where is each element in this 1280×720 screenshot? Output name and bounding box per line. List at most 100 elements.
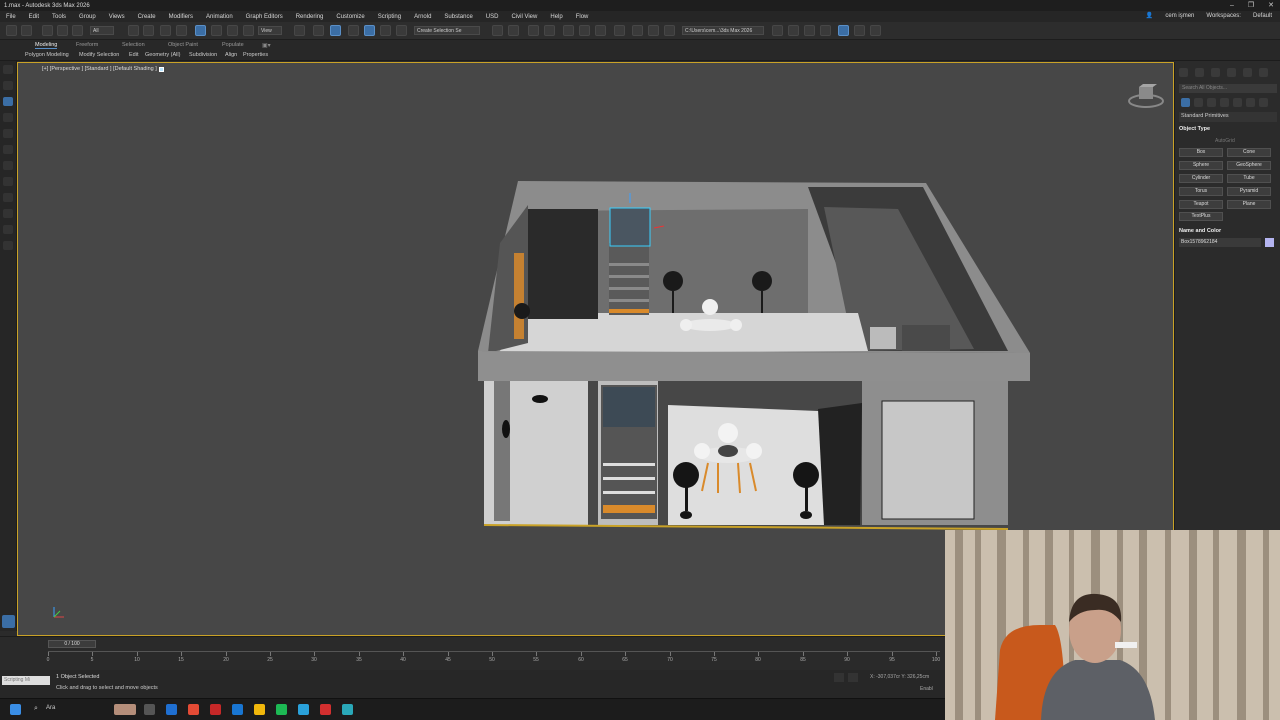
tab-freeform[interactable]: Freeform [76,42,98,48]
viewcube-icon[interactable] [1128,84,1164,108]
autogrid-checkbox[interactable]: AutoGrid [1215,138,1235,144]
helpers-icon[interactable] [1233,98,1242,107]
ribbon-modify-selection[interactable]: Modify Selection [79,52,119,58]
rect-selection-icon[interactable] [160,25,171,36]
menu-rendering[interactable]: Rendering [296,14,324,20]
scene-explorer-icon[interactable] [528,25,539,36]
ribbon-subdivision[interactable]: Subdivision [189,52,217,58]
light-icon[interactable] [3,241,13,250]
taskbar-search[interactable]: Ara [46,705,55,711]
display-tab-icon[interactable] [1243,68,1252,77]
systems-icon[interactable] [1259,98,1268,107]
chrome-icon[interactable] [188,704,199,715]
menu-help[interactable]: Help [550,14,562,20]
edge-icon[interactable] [166,704,177,715]
select-by-name-icon[interactable] [143,25,154,36]
viewport-label[interactable]: [+] [Perspective ] [Standard ] [Default … [42,66,164,72]
menu-customize[interactable]: Customize [336,14,364,20]
shapes-icon[interactable] [1194,98,1203,107]
camera-icon[interactable] [3,225,13,234]
create-tab-icon[interactable] [1179,68,1188,77]
menu-modifiers[interactable]: Modifiers [169,14,193,20]
utilities-tab-icon[interactable] [1259,68,1268,77]
mirror-icon[interactable] [492,25,503,36]
bind-spacewarp-icon[interactable] [72,25,83,36]
ribbon-polygon-modeling[interactable]: Polygon Modeling [25,52,69,58]
task-view-icon[interactable] [144,704,155,715]
ribbon-properties[interactable]: Properties [243,52,268,58]
open-explorer-icon[interactable] [772,25,783,36]
filter-icon[interactable] [3,145,13,154]
project-folder-path[interactable]: C:\Users\cem...\3ds Max 2026 [682,26,764,35]
category-select[interactable]: Standard Primitives [1179,112,1277,122]
render-production-icon[interactable] [664,25,675,36]
minimize-icon[interactable]: – [1230,0,1234,11]
maxscript-listener-icon[interactable] [2,615,15,628]
lights-icon[interactable] [1207,98,1216,107]
opera-icon[interactable] [210,704,221,715]
undo-icon[interactable] [6,25,17,36]
cone-button[interactable]: Cone [1227,148,1271,157]
tab-populate[interactable]: Populate [222,42,244,48]
isolate-selection-icon[interactable] [848,673,858,682]
menu-animation[interactable]: Animation [206,14,233,20]
object-name-field[interactable]: Box1578962184 [1179,238,1261,247]
object-color-swatch[interactable] [1265,238,1274,247]
menu-civil-view[interactable]: Civil View [511,14,537,20]
edge-dev-icon[interactable] [232,704,243,715]
ribbon-geometry-all[interactable]: Geometry (All) [145,52,180,58]
geometry-icon[interactable] [1181,98,1190,107]
menu-flow[interactable]: Flow [576,14,589,20]
named-selection-set-select[interactable]: Create Selection Se [414,26,480,35]
menu-arnold[interactable]: Arnold [414,14,431,20]
sphere-button[interactable]: Sphere [1179,161,1223,170]
tab-object-paint[interactable]: Object Paint [168,42,198,48]
menu-edit[interactable]: Edit [29,14,39,20]
menu-tools[interactable]: Tools [52,14,66,20]
menu-group[interactable]: Group [79,14,96,20]
scene-explorer-icon[interactable] [3,65,13,74]
menu-graph-editors[interactable]: Graph Editors [246,14,283,20]
selection-lock-icon[interactable] [834,673,844,682]
display-icon[interactable] [3,97,13,106]
object-search-input[interactable]: Search All Objects... [1179,84,1277,93]
window-crossing-icon[interactable] [176,25,187,36]
pyramid-button[interactable]: Pyramid [1227,187,1271,196]
torus-button[interactable]: Torus [1179,187,1223,196]
layer-explorer-icon[interactable] [544,25,555,36]
user-name[interactable]: cem işmen [1165,11,1194,22]
teapot-button[interactable]: Teapot [1179,200,1223,209]
3dsmax-icon[interactable] [342,704,353,715]
workspace-select[interactable]: Default [1253,11,1272,22]
render-setup-icon[interactable] [632,25,643,36]
percent-snap-icon[interactable] [364,25,375,36]
render-icon[interactable] [3,209,13,218]
tube-button[interactable]: Tube [1227,174,1271,183]
windows-start-icon[interactable] [10,704,21,715]
select-icon[interactable] [3,81,13,90]
hierarchy-tab-icon[interactable] [1211,68,1220,77]
motion-tab-icon[interactable] [1227,68,1236,77]
plane-button[interactable]: Plane [1227,200,1271,209]
pivot-icon[interactable] [294,25,305,36]
menu-views[interactable]: Views [109,14,125,20]
spotify-icon[interactable] [276,704,287,715]
hold-icon[interactable] [820,25,831,36]
viewport-color-chip[interactable] [158,66,164,72]
name-and-color-rollout[interactable]: Name and Color [1179,228,1221,234]
menu-scripting[interactable]: Scripting [378,14,401,20]
save-file-icon[interactable] [788,25,799,36]
hierarchy-icon[interactable] [3,113,13,122]
hide-icon[interactable] [3,193,13,202]
sort-icon[interactable] [3,129,13,138]
recorder-icon[interactable] [320,704,331,715]
save-incremental-icon[interactable] [804,25,815,36]
curve-editor-icon[interactable] [579,25,590,36]
widgets-icon[interactable] [114,704,136,715]
spacewarps-icon[interactable] [1246,98,1255,107]
viewport-label-text[interactable]: [+] [Perspective ] [Standard ] [Default … [42,66,157,72]
schematic-view-icon[interactable] [595,25,606,36]
telegram-icon[interactable] [298,704,309,715]
edit-named-sets-icon[interactable] [396,25,407,36]
link-icon[interactable] [42,25,53,36]
